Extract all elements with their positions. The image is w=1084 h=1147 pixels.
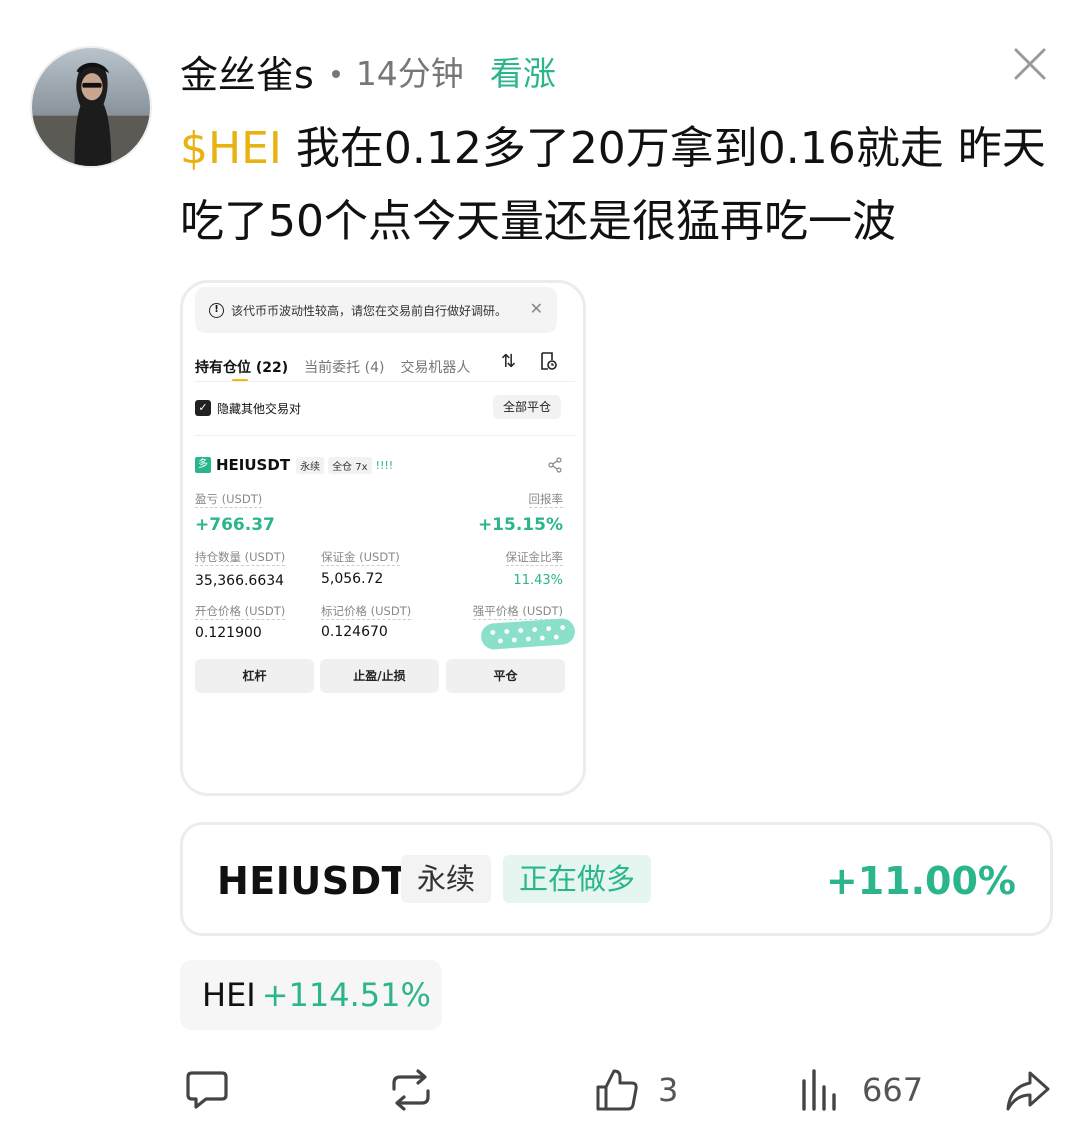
- liquidation-price-label: 强平价格 (USDT): [472, 604, 563, 620]
- share-button[interactable]: [1004, 1064, 1050, 1116]
- post-body: 我在0.12多了20万拿到0.16就走 昨天吃了50个点今天量还是很猛再吃一波: [180, 123, 1046, 247]
- position-symbol: HEIUSDT: [217, 859, 409, 903]
- margin-value: 5,056.72: [321, 571, 384, 587]
- redaction-patch: [480, 617, 576, 651]
- ticker-link[interactable]: $HEI: [180, 123, 282, 174]
- tab-positions: 持有仓位 (22): [195, 360, 289, 376]
- views-chart-icon: [802, 1069, 836, 1111]
- mark-price-value: 0.124670: [321, 624, 388, 640]
- warning-close-icon: ✕: [529, 299, 543, 318]
- repost-button[interactable]: [388, 1064, 434, 1116]
- tabs-divider: [195, 381, 575, 382]
- comment-button[interactable]: [184, 1064, 230, 1116]
- post-text: $HEI 我在0.12多了20万拿到0.16就走 昨天吃了50个点今天量还是很猛…: [180, 112, 1060, 258]
- pair-row: 多 HEIUSDT 永续 全仓 7x !!!!: [195, 455, 575, 475]
- margin-ratio-label: 保证金比率: [505, 550, 563, 566]
- position-change: +11.00%: [825, 859, 1016, 903]
- coin-symbol: HEI: [202, 976, 256, 1014]
- share-icon: [548, 457, 562, 473]
- roi-label: 回报率: [528, 492, 563, 508]
- risk-bars: !!!!: [375, 458, 394, 472]
- post-time: 14分钟: [355, 54, 464, 93]
- close-all-button: 全部平仓: [492, 395, 561, 419]
- position-tabs: 持有仓位 (22) 当前委托 (4) 交易机器人: [195, 351, 575, 383]
- close-icon[interactable]: [1010, 44, 1050, 84]
- entry-price-value: 0.121900: [195, 625, 262, 641]
- hide-other-pairs-row: ✓ 隐藏其他交易对 全部平仓: [195, 395, 575, 421]
- pnl-label: 盈亏 (USDT): [195, 492, 263, 508]
- comment-icon: [186, 1071, 228, 1109]
- position-type-badge: 永续: [401, 855, 492, 903]
- contract-type-pill: 永续: [296, 456, 325, 474]
- close-position-button: 平仓: [446, 659, 565, 693]
- warning-text: 该代币币波动性较高，请您在交易前自行做好调研。: [231, 303, 508, 318]
- margin-ratio-value: 11.43%: [513, 573, 563, 588]
- sort-icon: ⇅: [501, 351, 517, 372]
- thumbs-up-icon: [596, 1069, 638, 1111]
- separator-dot: [331, 70, 340, 78]
- leverage-button: 杠杆: [195, 659, 314, 693]
- checkbox-checked-icon: ✓: [195, 400, 211, 416]
- repost-icon: [392, 1069, 430, 1111]
- entry-price-label: 开仓价格 (USDT): [195, 604, 286, 620]
- position-card[interactable]: HEIUSDT 永续 正在做多 +11.00%: [180, 822, 1053, 936]
- margin-mode-pill: 全仓 7x: [328, 456, 372, 474]
- section-divider: [195, 435, 575, 436]
- margin-label: 保证金 (USDT): [321, 550, 400, 566]
- roi-value: +15.15%: [477, 515, 563, 535]
- post-header: 金丝雀s 14分钟 看涨: [180, 44, 556, 98]
- pnl-value: +766.37: [195, 515, 275, 535]
- tab-open-orders: 当前委托 (4): [304, 360, 385, 376]
- coin-chip[interactable]: HEI +114.51%: [180, 960, 442, 1030]
- share-arrow-icon: [1006, 1071, 1050, 1111]
- view-count: 667: [862, 1071, 924, 1109]
- like-button[interactable]: 3: [594, 1064, 678, 1116]
- like-count: 3: [658, 1071, 679, 1109]
- warning-banner: ! 该代币币波动性较高，请您在交易前自行做好调研。 ✕: [195, 287, 557, 333]
- sentiment-tag: 看涨: [489, 54, 556, 93]
- pair-symbol: HEIUSDT: [216, 456, 291, 474]
- info-icon: !: [209, 302, 224, 318]
- mark-price-label: 标记价格 (USDT): [321, 604, 412, 620]
- position-direction-badge: 正在做多: [503, 855, 652, 903]
- embedded-screenshot[interactable]: ! 该代币币波动性较高，请您在交易前自行做好调研。 ✕ 持有仓位 (22) 当前…: [180, 280, 586, 796]
- history-icon: [541, 352, 557, 370]
- views-button[interactable]: 667: [798, 1064, 923, 1116]
- tp-sl-button: 止盈/止损: [320, 659, 439, 693]
- hide-other-pairs-label: 隐藏其他交易对: [217, 401, 302, 416]
- username[interactable]: 金丝雀s: [180, 44, 314, 99]
- avatar[interactable]: [30, 46, 152, 168]
- long-badge: 多: [195, 457, 211, 473]
- size-value: 35,366.6634: [195, 573, 285, 589]
- size-label: 持仓数量 (USDT): [195, 550, 286, 566]
- coin-change: +114.51%: [261, 976, 431, 1014]
- tab-trading-bots: 交易机器人: [400, 360, 471, 376]
